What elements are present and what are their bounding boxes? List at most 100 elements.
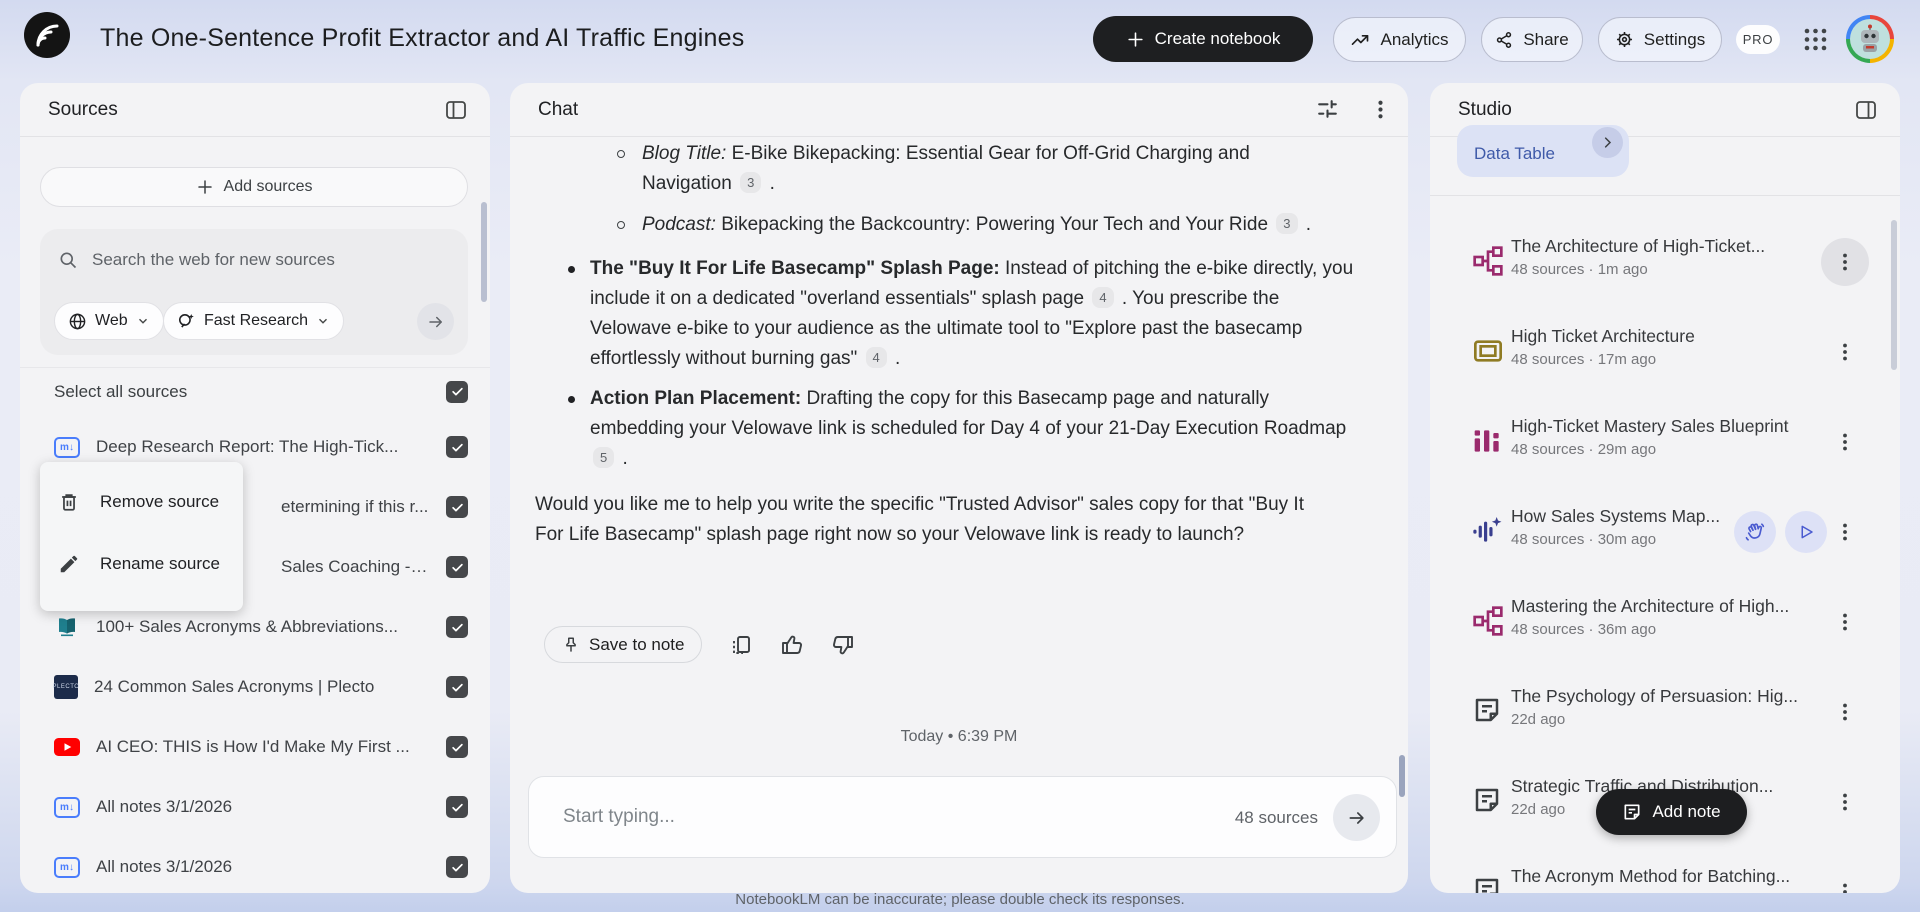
studio-panel: Studio Data Table The Architecture of Hi…	[1430, 83, 1900, 893]
plus-icon	[196, 178, 214, 196]
source-checkbox[interactable]	[446, 676, 468, 698]
account-avatar[interactable]	[1846, 15, 1894, 63]
add-note-button[interactable]: Add note	[1596, 789, 1747, 835]
chat-bullet: Action Plan Placement: Drafting the copy…	[565, 384, 1365, 474]
sources-scrollbar[interactable]	[481, 202, 487, 302]
hollow-bullet-icon	[617, 150, 625, 158]
studio-panel-title: Studio	[1458, 99, 1512, 120]
research-mode-dropdown[interactable]: Fast Research	[163, 302, 345, 340]
studio-scrollbar[interactable]	[1891, 220, 1897, 370]
share-button[interactable]: Share	[1481, 17, 1583, 62]
plus-icon	[1126, 30, 1145, 49]
studio-item[interactable]: High Ticket Architecture 48 sources · 17…	[1430, 307, 1900, 397]
search-icon	[58, 250, 78, 270]
search-submit-button[interactable]	[417, 303, 454, 340]
chip-scroll-right-button[interactable]	[1592, 127, 1623, 158]
item-menu-icon[interactable]	[1833, 790, 1857, 814]
play-audio-button[interactable]	[1785, 511, 1827, 553]
source-checkbox[interactable]	[446, 556, 468, 578]
item-menu-icon[interactable]	[1833, 340, 1857, 364]
search-sparkle-icon	[177, 312, 196, 331]
waving-hand-icon	[1744, 521, 1766, 543]
globe-icon	[68, 312, 87, 331]
studio-item[interactable]: The Architecture of High-Ticket... 48 so…	[1430, 217, 1900, 307]
item-menu-icon[interactable]	[1833, 250, 1857, 274]
source-checkbox[interactable]	[446, 856, 468, 878]
citation-chip[interactable]: 3	[740, 172, 762, 193]
save-to-note-button[interactable]: Save to note	[544, 626, 703, 663]
source-checkbox[interactable]	[446, 616, 468, 638]
expand-panel-icon[interactable]	[1854, 98, 1878, 122]
settings-button[interactable]: Settings	[1598, 17, 1722, 62]
thumbs-up-icon[interactable]	[780, 633, 804, 657]
source-checkbox[interactable]	[446, 736, 468, 758]
book-favicon	[54, 615, 80, 639]
mindmap-icon	[1472, 245, 1504, 277]
rename-source-menu-item[interactable]: Rename source	[40, 533, 243, 595]
citation-chip[interactable]: 4	[1092, 287, 1114, 308]
play-icon	[1797, 523, 1815, 541]
analytics-button[interactable]: Analytics	[1333, 17, 1466, 62]
studio-item[interactable]: How Sales Systems Map... 48 sources · 30…	[1430, 487, 1900, 577]
source-row[interactable]: AI CEO: THIS is How I'd Make My First ..…	[20, 717, 490, 777]
chat-scrollbar[interactable]	[1399, 755, 1405, 797]
select-all-sources-row: Select all sources	[20, 367, 490, 415]
studio-item[interactable]: Mastering the Architecture of High... 48…	[1430, 577, 1900, 667]
studio-item[interactable]: The Psychology of Persuasion: Hig... 22d…	[1430, 667, 1900, 757]
bullet-icon	[568, 266, 575, 273]
send-button[interactable]	[1333, 794, 1380, 841]
source-checkbox[interactable]	[446, 436, 468, 458]
web-filter-dropdown[interactable]: Web	[54, 302, 164, 340]
source-row[interactable]: m↓ All notes 3/1/2026	[20, 837, 490, 893]
note-icon	[1622, 802, 1642, 822]
notebooklm-logo-icon[interactable]	[24, 12, 70, 58]
citation-chip[interactable]: 3	[1276, 213, 1298, 234]
chat-sub-bullet: Podcast: Bikepacking the Backcountry: Po…	[615, 210, 1375, 240]
gear-icon	[1615, 30, 1634, 49]
item-menu-icon[interactable]	[1833, 520, 1857, 544]
mindmap-icon	[1472, 605, 1504, 637]
chat-panel-header: Chat	[510, 83, 1408, 137]
add-sources-button[interactable]: Add sources	[40, 167, 468, 207]
thumbs-down-icon[interactable]	[831, 633, 855, 657]
web-search-card: Web Fast Research	[40, 229, 468, 355]
item-menu-icon[interactable]	[1833, 700, 1857, 724]
source-context-menu: Remove source Rename source	[40, 462, 243, 611]
copy-icon[interactable]	[729, 633, 753, 657]
trash-icon	[58, 491, 80, 513]
chat-input[interactable]	[563, 777, 1123, 857]
source-checkbox[interactable]	[446, 496, 468, 518]
note-icon	[1472, 785, 1502, 815]
studio-item[interactable]: The Acronym Method for Batching...	[1430, 847, 1900, 893]
source-row[interactable]: PLECTO 24 Common Sales Acronyms | Plecto	[20, 657, 490, 717]
chat-bullet: The "Buy It For Life Basecamp" Splash Pa…	[565, 254, 1365, 374]
robot-avatar-image	[1850, 19, 1890, 59]
audio-overview-icon	[1472, 515, 1504, 547]
create-notebook-button[interactable]: Create notebook	[1093, 16, 1313, 62]
message-actions-row: Save to note	[544, 626, 855, 663]
apps-grid-icon[interactable]	[1802, 26, 1829, 53]
sources-panel: Sources Add sources Web Fast Research	[20, 83, 490, 893]
item-menu-icon[interactable]	[1833, 430, 1857, 454]
assistant-message: Blog Title: E-Bike Bikepacking: Essentia…	[535, 139, 1385, 550]
tune-icon[interactable]	[1315, 97, 1340, 122]
flashcards-icon	[1472, 335, 1504, 367]
citation-chip[interactable]: 4	[865, 347, 887, 368]
remove-source-menu-item[interactable]: Remove source	[40, 471, 243, 533]
select-all-checkbox[interactable]	[446, 380, 468, 403]
trending-up-icon	[1350, 30, 1370, 50]
chat-panel-title: Chat	[538, 99, 579, 120]
plecto-favicon: PLECTO	[53, 675, 79, 699]
chat-input-box: 48 sources	[528, 776, 1397, 858]
source-row[interactable]: m↓ All notes 3/1/2026	[20, 777, 490, 837]
source-checkbox[interactable]	[446, 796, 468, 818]
item-menu-icon[interactable]	[1833, 610, 1857, 634]
sources-panel-header: Sources	[20, 83, 490, 137]
more-vert-icon[interactable]	[1368, 97, 1393, 122]
web-search-input[interactable]	[92, 250, 454, 270]
notebook-title[interactable]: The One-Sentence Profit Extractor and AI…	[100, 24, 744, 53]
citation-chip[interactable]: 5	[593, 447, 615, 468]
interactive-mode-button[interactable]	[1734, 511, 1776, 553]
collapse-panel-icon[interactable]	[444, 98, 468, 122]
studio-item[interactable]: High-Ticket Mastery Sales Blueprint 48 s…	[1430, 397, 1900, 487]
